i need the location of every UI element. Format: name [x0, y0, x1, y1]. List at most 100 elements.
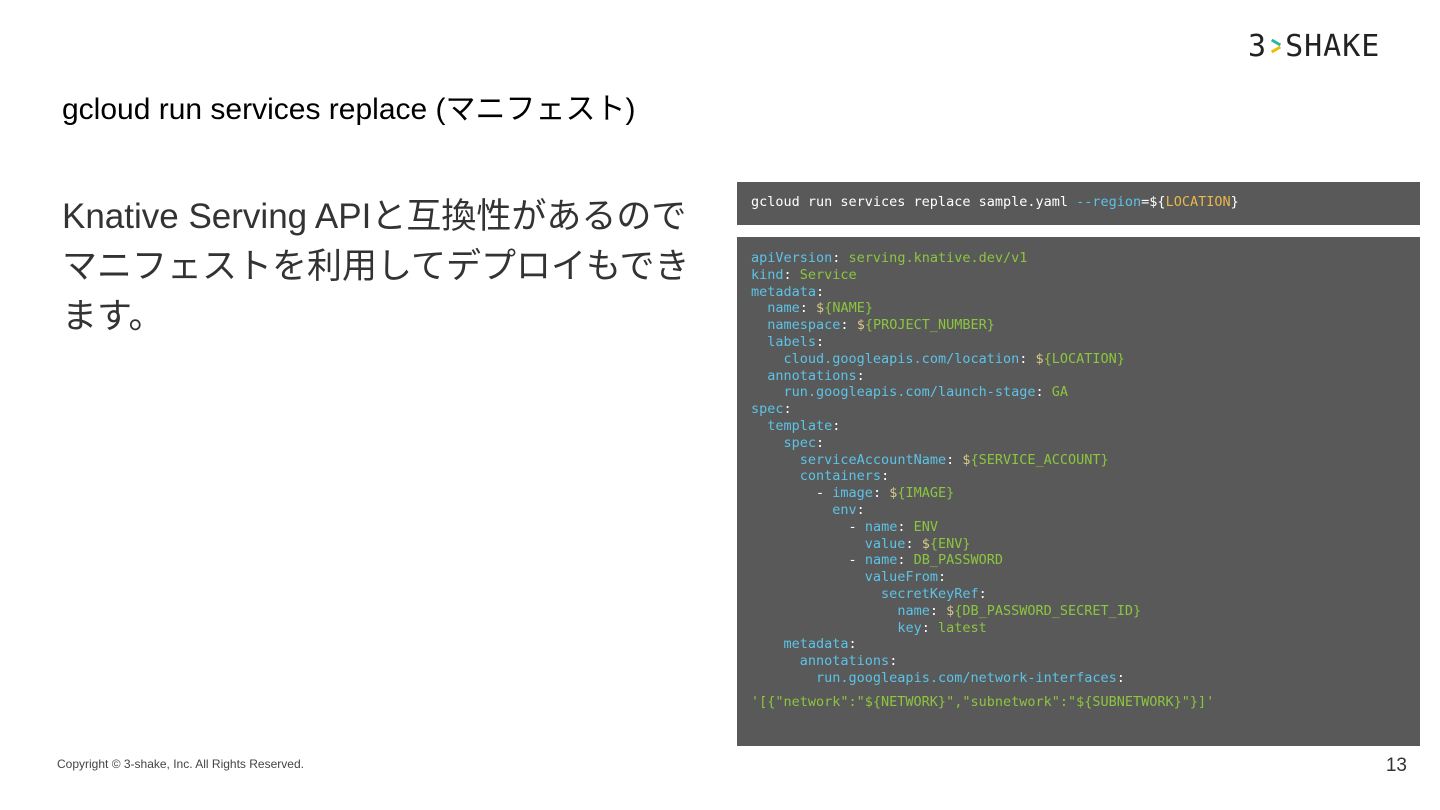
- yaml-indent: [751, 653, 800, 669]
- logo-mark-icon: [1269, 37, 1283, 55]
- yaml-indent: [751, 452, 800, 468]
- yaml-separator: :: [783, 266, 800, 283]
- yaml-value: GA: [1051, 384, 1069, 401]
- yaml-line: apiVersion: serving.knative.dev/v1: [751, 250, 1406, 267]
- yaml-key: containers: [799, 468, 882, 485]
- yaml-key: run.googleapis.com/launch-stage: [783, 384, 1036, 401]
- yaml-line: kind: Service: [751, 267, 1406, 284]
- yaml-key: valueFrom: [864, 569, 938, 586]
- yaml-key: name: [864, 518, 898, 535]
- yaml-dash: -: [848, 552, 865, 569]
- yaml-line: template:: [751, 418, 1406, 435]
- yaml-indent: [751, 368, 767, 384]
- yaml-line: serviceAccountName: ${SERVICE_ACCOUNT}: [751, 452, 1406, 469]
- yaml-separator: :: [872, 485, 890, 502]
- yaml-line: - name: ENV: [751, 519, 1406, 536]
- yaml-value: {ENV}: [929, 535, 971, 552]
- yaml-manifest-code-block: apiVersion: serving.knative.dev/v1 kind: …: [737, 237, 1420, 746]
- yaml-separator: :: [1019, 350, 1036, 367]
- command-code-block: gcloud run services replace sample.yaml …: [737, 182, 1420, 225]
- yaml-key: image: [832, 485, 873, 502]
- command-flag: --region: [1076, 194, 1142, 210]
- yaml-indent: [751, 519, 849, 535]
- logo-prefix: 3: [1248, 28, 1268, 64]
- yaml-indent: [751, 620, 897, 636]
- yaml-key: secretKeyRef: [881, 585, 979, 602]
- yaml-indent: [751, 317, 767, 333]
- yaml-line: namespace: ${PROJECT_NUMBER}: [751, 317, 1406, 334]
- yaml-separator: :: [856, 501, 865, 518]
- yaml-key: kind: [751, 266, 784, 283]
- yaml-indent: [751, 300, 767, 316]
- yaml-separator: :: [799, 300, 817, 317]
- yaml-line: cloud.googleapis.com/location: ${LOCATIO…: [751, 351, 1406, 368]
- yaml-separator: :: [1035, 384, 1052, 401]
- yaml-dollar: $: [816, 300, 825, 317]
- yaml-separator: :: [905, 535, 922, 552]
- yaml-indent: [751, 552, 849, 568]
- yaml-indent: [751, 351, 784, 367]
- brand-logo: 3 SHAKE: [1248, 28, 1380, 64]
- yaml-separator: :: [816, 333, 825, 350]
- yaml-indent: [751, 418, 767, 434]
- command-base: gcloud run services replace sample.yaml: [751, 194, 1077, 210]
- yaml-indent: [751, 636, 784, 652]
- yaml-dollar: $: [1035, 350, 1044, 367]
- yaml-separator: :: [946, 451, 963, 468]
- yaml-dash: -: [816, 485, 833, 502]
- yaml-separator: :: [816, 434, 825, 451]
- yaml-line: labels:: [751, 334, 1406, 351]
- yaml-dollar: $: [856, 317, 865, 334]
- yaml-line: value: ${ENV}: [751, 536, 1406, 553]
- yaml-line: name: ${NAME}: [751, 300, 1406, 317]
- yaml-key: namespace: [767, 317, 841, 334]
- yaml-line: spec:: [751, 435, 1406, 452]
- yaml-line: valueFrom:: [751, 569, 1406, 586]
- yaml-separator: :: [848, 636, 857, 653]
- yaml-line: key: latest: [751, 620, 1406, 637]
- yaml-indent: [751, 485, 816, 501]
- yaml-key: name: [767, 300, 800, 317]
- slide-title: gcloud run services replace (マニフェスト): [62, 93, 636, 126]
- command-variable: LOCATION: [1165, 194, 1231, 210]
- yaml-separator: :: [897, 552, 914, 569]
- yaml-separator: :: [856, 367, 865, 384]
- yaml-indent: [751, 502, 832, 518]
- yaml-key: run.googleapis.com/network-interfaces: [816, 669, 1117, 686]
- yaml-line: metadata:: [751, 636, 1406, 653]
- yaml-line: env:: [751, 502, 1406, 519]
- yaml-key: value: [864, 535, 906, 552]
- yaml-key: cloud.googleapis.com/location: [783, 350, 1020, 367]
- yaml-line: metadata:: [751, 284, 1406, 301]
- yaml-key: name: [897, 602, 930, 619]
- yaml-key: apiVersion: [751, 250, 833, 266]
- yaml-key: name: [864, 552, 898, 569]
- yaml-separator: :: [978, 585, 987, 602]
- yaml-line: - image: ${IMAGE}: [751, 485, 1406, 502]
- yaml-value: {LOCATION}: [1043, 350, 1125, 367]
- command-brace-open: {: [1157, 194, 1166, 210]
- slide-body-text: Knative Serving APIと互換性があるのでマニフェストを利用してデ…: [62, 197, 690, 336]
- yaml-value: {IMAGE}: [897, 485, 955, 502]
- yaml-line: run.googleapis.com/network-interfaces:: [751, 670, 1406, 687]
- yaml-key: spec: [783, 434, 817, 451]
- yaml-line: annotations:: [751, 368, 1406, 385]
- command-brace-close: }: [1230, 194, 1239, 210]
- yaml-line: containers:: [751, 468, 1406, 485]
- yaml-line: secretKeyRef:: [751, 586, 1406, 603]
- yaml-separator: :: [897, 518, 914, 535]
- yaml-line: run.googleapis.com/launch-stage: GA: [751, 384, 1406, 401]
- yaml-value: Service: [799, 266, 857, 283]
- yaml-value: serving.knative.dev/v1: [848, 250, 1028, 266]
- yaml-separator: :: [889, 653, 898, 670]
- yaml-value: {SERVICE_ACCOUNT}: [970, 451, 1109, 468]
- yaml-separator: :: [921, 619, 938, 636]
- yaml-value: {NAME}: [824, 300, 873, 317]
- yaml-dollar: $: [962, 451, 971, 468]
- yaml-separator: :: [832, 250, 849, 266]
- yaml-separator: :: [881, 468, 890, 485]
- yaml-indent: [751, 435, 784, 451]
- yaml-indent: [751, 468, 800, 484]
- yaml-key: serviceAccountName: [799, 451, 947, 468]
- yaml-key: metadata: [751, 283, 817, 300]
